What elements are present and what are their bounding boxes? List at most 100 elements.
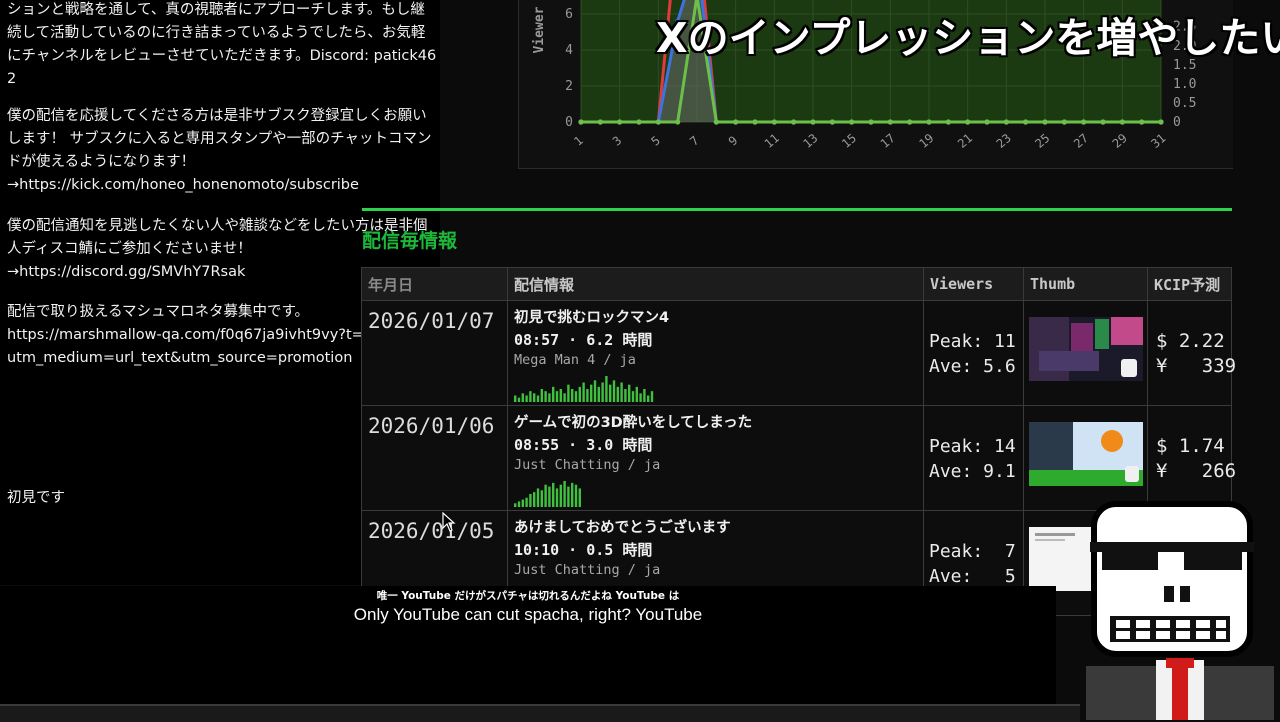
spark-bar [601,382,604,402]
col-header-date: 年月日 [361,267,508,301]
stream-date: 2026/01/07 [368,309,495,333]
table-header-row: 年月日 配信情報 Viewers Thumb KCIP予測 [361,267,1232,301]
spark-bar [620,382,623,402]
stream-date: 2026/01/06 [368,414,495,438]
x-tick-label: 25 [1032,131,1052,151]
spark-bar [540,490,543,507]
peak-viewers: Peak: 14 [929,436,1016,457]
y-tick-label: 2 [565,79,573,94]
data-point [1081,119,1087,125]
spark-bar [533,393,536,402]
spark-bar [559,484,562,507]
spark-bar [590,384,593,402]
y2-tick-label: 0 [1173,115,1181,130]
data-point [926,119,932,125]
spark-bar [597,386,600,402]
x-tick-label: 27 [1071,131,1091,151]
data-point [1042,119,1048,125]
spark-bar [514,503,517,507]
data-point [771,119,777,125]
stream-time: 08:55 · 3.0 時間 [514,436,653,454]
spark-bar [567,486,570,507]
data-point [810,119,816,125]
kcip-cell: $ 2.22 ¥ 339 [1147,300,1236,406]
mouse-cursor-icon [442,512,456,532]
spark-bar [521,499,524,507]
stream-title[interactable]: 初見で挑むロックマン4 [508,301,923,327]
data-point [868,119,874,125]
y-tick-label: 0 [565,115,573,130]
spark-bar [563,481,566,507]
spark-bar [624,389,627,402]
bottom-edge-bar [0,704,1080,722]
spark-bar [571,389,574,402]
data-point [1023,119,1029,125]
y2-tick-label: 1.0 [1173,77,1196,92]
spark-bar [574,484,578,507]
spark-bar [639,393,642,402]
data-point [752,119,758,125]
spark-bar [647,395,650,402]
x-tick-label: 15 [839,131,859,151]
col-header-viewers: Viewers [923,267,1024,301]
stream-thumbnail[interactable] [1029,422,1143,486]
caption-original: 唯一 YouTube だけがスパチャは切れるんだよね YouTube は [376,590,680,602]
data-point [655,119,661,125]
kcip-jpy: ¥ 339 [1156,355,1237,377]
x-tick-label: 23 [994,131,1014,151]
x-tick-label: 21 [955,131,975,151]
thumb-cell [1023,300,1148,406]
info-cell: ゲームで初の3D酔いをしてしまった 08:55 · 3.0 時間 Just Ch… [507,405,924,511]
spark-bar [582,382,585,402]
average-viewers: Ave: 9.1 [929,461,1016,482]
x-tick-label: 7 [687,133,702,148]
data-point [1100,119,1106,125]
spark-bar [536,395,540,402]
x-tick-label: 1 [571,133,586,148]
viewer-sparkline [514,481,581,507]
section-divider [362,208,1232,211]
x-tick-label: 9 [726,133,741,148]
stream-title[interactable]: あけましておめでとうございます [508,511,923,537]
data-point [829,119,835,125]
table-row[interactable]: 2026/01/07 初見で挑むロックマン4 08:57 · 6.2 時間 Me… [361,300,1236,406]
stream-time: 10:10 · 0.5 時間 [514,541,653,559]
spark-bar [612,380,616,402]
data-point [578,119,584,125]
data-point [965,119,971,125]
data-point [887,119,893,125]
chat-message: ションと戦略を通して、真の視聴者にアプローチします。もし継続して活動しているのに… [7,2,437,87]
y2-tick-label: 0.5 [1173,96,1196,111]
data-point [675,119,681,125]
stream-title[interactable]: ゲームで初の3D酔いをしてしまった [508,406,923,432]
spark-bar [631,391,635,402]
table-row[interactable]: 2026/01/06 ゲームで初の3D酔いをしてしまった 08:55 · 3.0… [361,405,1236,511]
spark-bar [544,484,547,507]
spark-bar [559,389,562,402]
spark-bar [525,497,528,507]
stream-thumbnail[interactable] [1029,317,1143,381]
date-cell: 2026/01/06 [361,405,508,511]
spark-bar [548,393,551,402]
stream-category: Just Chatting / ja [514,562,661,578]
data-point [733,119,739,125]
kcip-usd: $ 1.74 [1156,435,1225,457]
data-point [849,119,855,125]
y-tick-label: 6 [565,7,573,22]
data-point [907,119,913,125]
x-tick-label: 31 [1148,131,1168,151]
data-point [945,119,951,125]
spark-bar [605,376,608,402]
data-point [597,119,603,125]
spark-bar [517,501,521,507]
spark-bar [578,386,581,402]
average-viewers: Ave: 5 [929,566,1016,587]
peak-viewers: Peak: 11 [929,331,1016,352]
spark-bar [514,395,517,402]
x-tick-label: 3 [610,133,625,148]
caption-translated: Only YouTube can cut spacha, right? YouT… [353,605,703,624]
col-header-thumb: Thumb [1023,267,1148,301]
x-tick-label: 29 [1110,131,1130,151]
date-cell: 2026/01/07 [361,300,508,406]
spark-bar [536,488,540,507]
